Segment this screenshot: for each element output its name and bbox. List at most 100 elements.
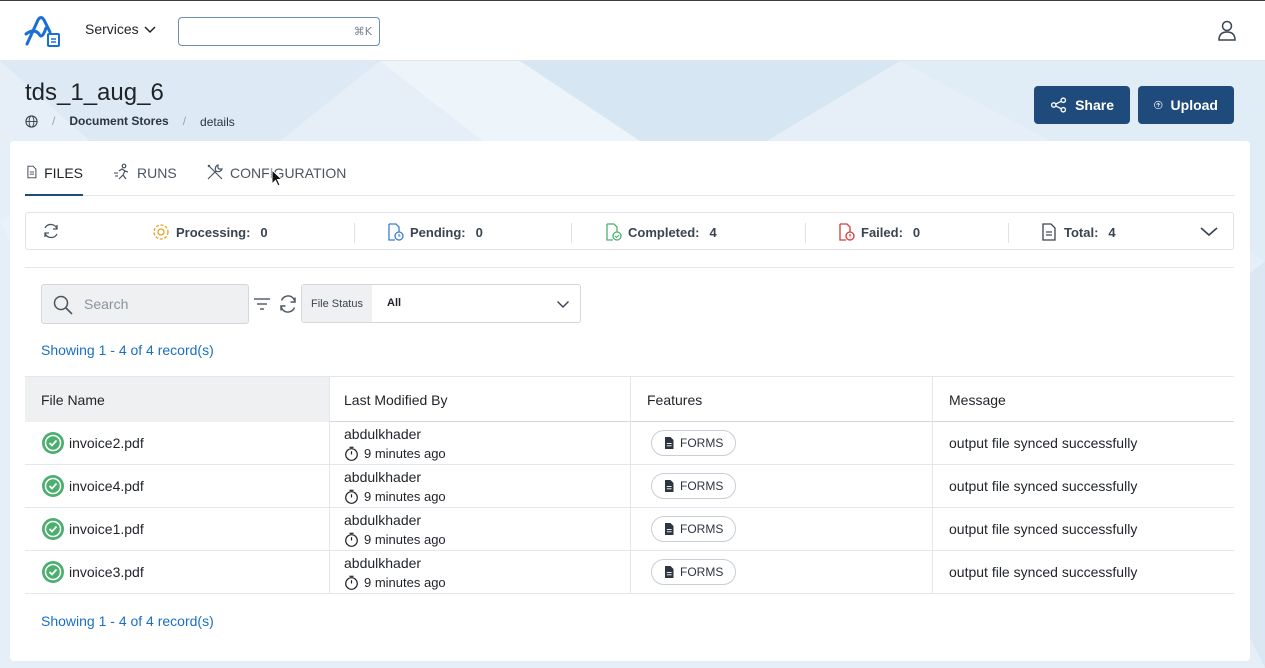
tab-files[interactable]: FILES xyxy=(25,165,83,196)
breadcrumb-document-stores[interactable]: Document Stores xyxy=(69,114,168,128)
app-logo-icon[interactable] xyxy=(24,14,62,48)
upload-icon xyxy=(1154,100,1163,110)
share-button[interactable]: Share xyxy=(1034,86,1130,124)
modified-time: 9 minutes ago xyxy=(344,532,446,547)
modified-time-text: 9 minutes ago xyxy=(364,532,446,547)
share-label: Share xyxy=(1075,97,1114,113)
column-header-last-modified-by[interactable]: Last Modified By xyxy=(329,377,630,422)
feature-chip-label: FORMS xyxy=(680,436,724,450)
features-cell: FORMS xyxy=(630,422,932,464)
tab-runs-label: RUNS xyxy=(137,165,177,181)
chevron-down-icon xyxy=(557,301,569,308)
stopwatch-icon xyxy=(345,532,358,547)
modified-by-user: abdulkhader xyxy=(344,555,422,571)
file-name-cell: invoice2.pdf xyxy=(25,422,329,464)
modified-time: 9 minutes ago xyxy=(344,489,446,504)
mouse-cursor-icon xyxy=(271,169,283,187)
document-icon xyxy=(665,437,674,449)
modified-time: 9 minutes ago xyxy=(344,575,446,590)
share-icon xyxy=(1050,97,1067,113)
global-search-input[interactable]: ⌘K xyxy=(178,17,380,46)
tab-runs[interactable]: RUNS xyxy=(113,163,177,196)
file-name-cell: invoice1.pdf xyxy=(25,508,329,550)
status-message: output file synced successfully xyxy=(949,564,1138,580)
file-status-select[interactable]: File Status All xyxy=(301,284,581,323)
stat-completed-value: 4 xyxy=(709,224,717,240)
table-row[interactable]: invoice3.pdf abdulkhader 9 minutes ago FORM… xyxy=(25,551,1234,594)
message-cell: output file synced successfully xyxy=(932,465,1234,507)
features-cell: FORMS xyxy=(630,508,932,550)
search-input[interactable] xyxy=(84,293,234,315)
stat-completed-label: Completed: xyxy=(628,224,700,240)
services-menu[interactable]: Services xyxy=(85,21,157,37)
tab-bar: FILES RUNS CONFIGURATION xyxy=(25,141,1235,196)
record-count-top: Showing 1 - 4 of 4 record(s) xyxy=(41,342,214,358)
file-name[interactable]: invoice3.pdf xyxy=(69,564,144,580)
table-row[interactable]: invoice4.pdf abdulkhader 9 minutes ago FORM… xyxy=(25,465,1234,508)
reload-icon[interactable] xyxy=(278,294,298,314)
message-cell: output file synced successfully xyxy=(932,508,1234,550)
document-icon xyxy=(1042,223,1056,241)
services-label: Services xyxy=(85,21,139,37)
keyboard-shortcut-hint: ⌘K xyxy=(353,25,372,38)
status-message: output file synced successfully xyxy=(949,478,1138,494)
search-icon xyxy=(53,295,73,315)
stat-completed: Completed: 4 xyxy=(604,223,717,241)
file-name[interactable]: invoice4.pdf xyxy=(69,478,144,494)
file-name[interactable]: invoice2.pdf xyxy=(69,435,144,451)
stat-total-label: Total: xyxy=(1064,224,1099,240)
file-name[interactable]: invoice1.pdf xyxy=(69,521,144,537)
upload-button[interactable]: Upload xyxy=(1138,86,1234,124)
stat-processing: Processing: 0 xyxy=(152,223,268,241)
modified-by-user: abdulkhader xyxy=(344,512,422,528)
file-icon xyxy=(27,165,37,179)
file-search-field[interactable] xyxy=(41,284,249,324)
document-icon xyxy=(665,566,674,578)
feature-chip[interactable]: FORMS xyxy=(651,473,737,499)
tools-icon xyxy=(207,164,223,180)
document-icon xyxy=(665,523,674,535)
feature-chip[interactable]: FORMS xyxy=(651,430,737,456)
column-header-file-name[interactable]: File Name xyxy=(25,377,329,422)
modified-by-user: abdulkhader xyxy=(344,426,422,442)
message-cell: output file synced successfully xyxy=(932,422,1234,464)
status-message: output file synced successfully xyxy=(949,521,1138,537)
user-profile-icon[interactable] xyxy=(1216,19,1238,41)
files-table: File Name Last Modified By Features Mess… xyxy=(25,376,1234,594)
feature-chip[interactable]: FORMS xyxy=(651,559,737,585)
runner-icon xyxy=(114,163,129,180)
stat-processing-value: 0 xyxy=(260,224,268,240)
globe-icon[interactable] xyxy=(25,114,38,128)
pending-file-icon xyxy=(388,223,404,241)
success-check-icon xyxy=(42,475,64,497)
modified-time-text: 9 minutes ago xyxy=(364,446,446,461)
chevron-down-icon xyxy=(144,26,156,34)
processing-gear-icon xyxy=(153,224,169,240)
features-cell: FORMS xyxy=(630,465,932,507)
refresh-icon[interactable] xyxy=(42,222,60,240)
table-body: invoice2.pdf abdulkhader 9 minutes ago FORM… xyxy=(25,422,1234,594)
completed-file-icon xyxy=(606,223,622,241)
upload-label: Upload xyxy=(1170,97,1218,113)
stat-failed: Failed: 0 xyxy=(837,223,920,241)
modified-time-text: 9 minutes ago xyxy=(364,489,446,504)
file-name-cell: invoice3.pdf xyxy=(25,551,329,593)
column-header-features[interactable]: Features xyxy=(630,377,932,422)
success-check-icon xyxy=(42,518,64,540)
feature-chip-label: FORMS xyxy=(680,565,724,579)
filter-icon[interactable] xyxy=(252,294,272,314)
file-status-label: File Status xyxy=(302,285,372,322)
modified-time-text: 9 minutes ago xyxy=(364,575,446,590)
breadcrumb-details: details xyxy=(200,115,235,129)
stopwatch-icon xyxy=(345,446,358,461)
column-header-message[interactable]: Message xyxy=(932,377,1234,422)
last-modified-cell: abdulkhader 9 minutes ago xyxy=(329,551,630,593)
modified-by-user: abdulkhader xyxy=(344,469,422,485)
table-row[interactable]: invoice1.pdf abdulkhader 9 minutes ago FORM… xyxy=(25,508,1234,551)
page-title: tds_1_aug_6 xyxy=(25,79,164,106)
stat-pending: Pending: 0 xyxy=(386,223,483,241)
expand-chevron-icon[interactable] xyxy=(1199,223,1219,241)
success-check-icon xyxy=(42,561,64,583)
table-row[interactable]: invoice2.pdf abdulkhader 9 minutes ago FORM… xyxy=(25,422,1234,465)
feature-chip[interactable]: FORMS xyxy=(651,516,737,542)
